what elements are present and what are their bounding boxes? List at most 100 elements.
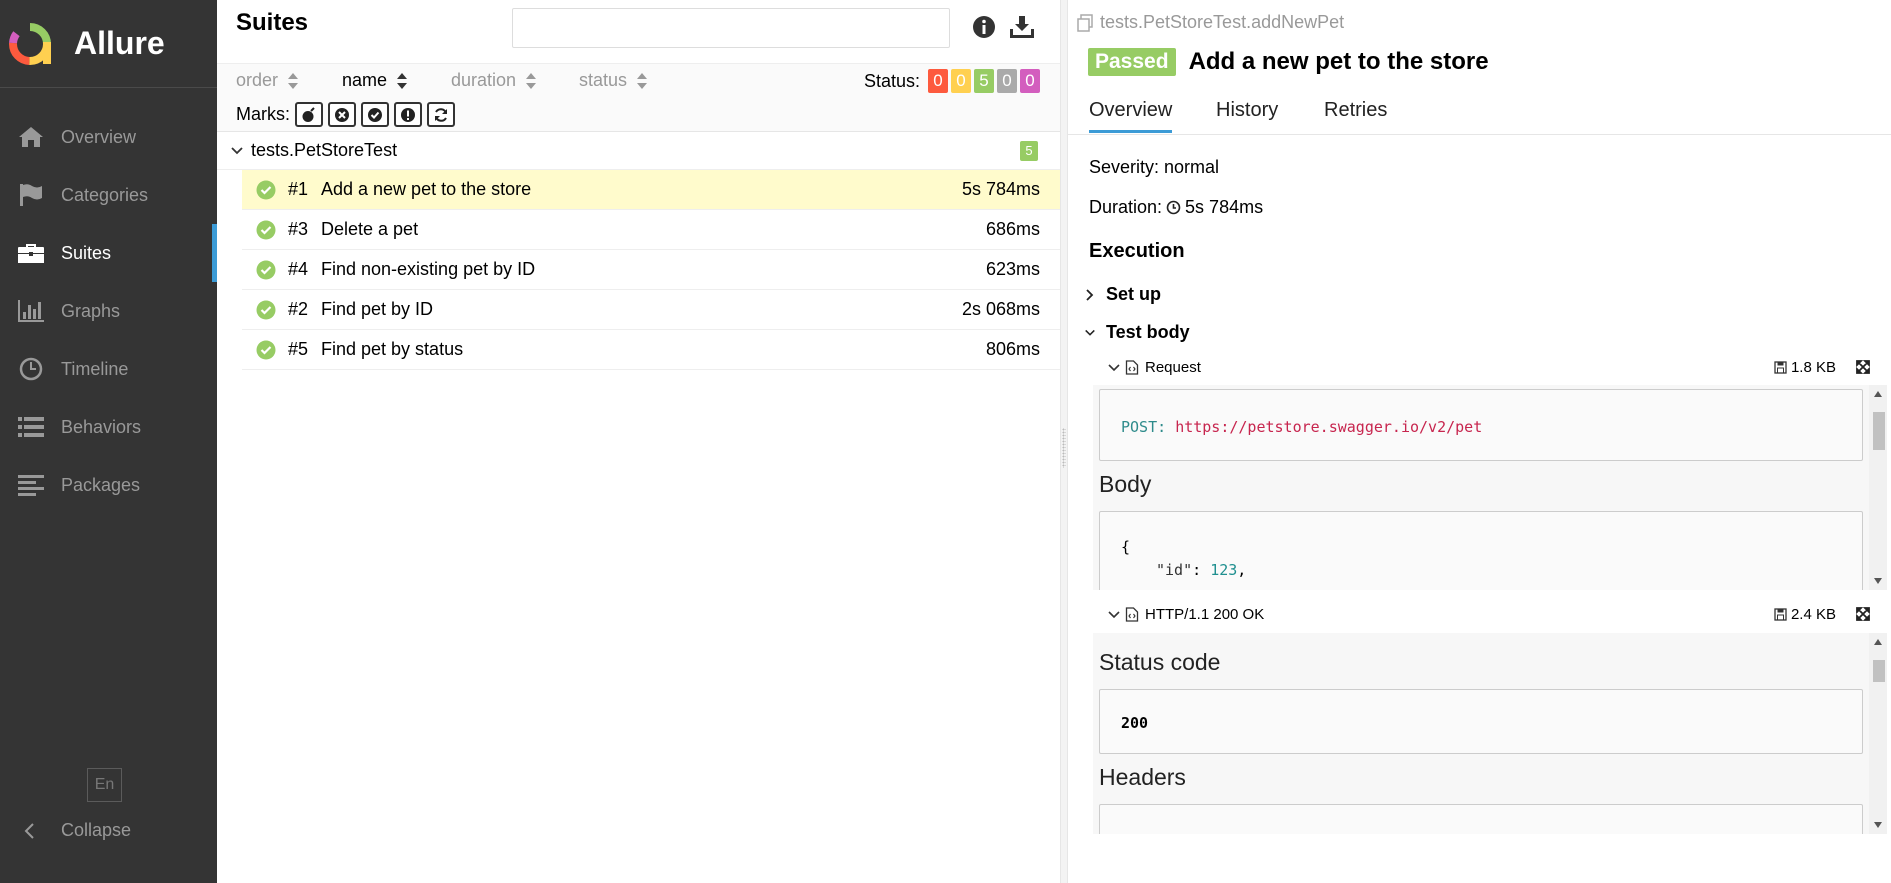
passed-check-icon bbox=[256, 180, 276, 199]
mark-new-broken-button[interactable] bbox=[394, 102, 422, 127]
sort-name[interactable]: name bbox=[342, 70, 408, 91]
file-code-icon bbox=[1125, 606, 1139, 622]
chevron-down-icon bbox=[1085, 329, 1095, 336]
collapse-button[interactable]: Collapse bbox=[20, 820, 131, 841]
sort-duration[interactable]: duration bbox=[451, 70, 537, 91]
scroll-up-arrow bbox=[1874, 391, 1882, 397]
mark-new-failed-button[interactable] bbox=[328, 102, 356, 127]
step-setup-label: Set up bbox=[1106, 284, 1162, 304]
times-circle-icon bbox=[335, 107, 349, 122]
test-details-pane: tests.PetStoreTest.addNewPet Passed Add … bbox=[1068, 0, 1891, 883]
status-badge-unknown[interactable]: 0 bbox=[1020, 69, 1040, 93]
expand-icon[interactable] bbox=[1856, 607, 1870, 621]
attachment-response[interactable]: HTTP/1.1 200 OK 2.4 KB bbox=[1108, 603, 1870, 625]
marks-filter: Marks: bbox=[236, 102, 455, 127]
test-fullname[interactable]: tests.PetStoreTest.addNewPet bbox=[1076, 12, 1344, 33]
attachment-size: 1.8 KB bbox=[1774, 359, 1836, 376]
check-circle-icon bbox=[368, 107, 382, 122]
passed-check-icon bbox=[256, 260, 276, 279]
mark-flaky-button[interactable] bbox=[295, 102, 323, 127]
home-icon bbox=[16, 122, 46, 152]
tab-history[interactable]: History bbox=[1216, 99, 1278, 130]
body-heading: Body bbox=[1099, 471, 1152, 497]
sidebar-item-categories[interactable]: Categories bbox=[0, 166, 217, 224]
sidebar-item-packages[interactable]: Packages bbox=[0, 456, 217, 514]
search-input[interactable] bbox=[512, 8, 950, 48]
execution-heading: Execution bbox=[1089, 240, 1185, 262]
copy-icon bbox=[1077, 13, 1093, 32]
sort-status[interactable]: status bbox=[579, 70, 648, 91]
status-badge-broken[interactable]: 0 bbox=[951, 69, 971, 93]
test-name: Add a new pet to the store bbox=[321, 179, 532, 199]
test-row[interactable]: #4 Find non-existing pet by ID 623ms bbox=[242, 250, 1060, 290]
download-icon[interactable] bbox=[1009, 14, 1035, 40]
expand-icon[interactable] bbox=[1856, 360, 1870, 374]
sidebar-item-timeline[interactable]: Timeline bbox=[0, 340, 217, 398]
test-row[interactable]: #3 Delete a pet 686ms bbox=[242, 210, 1060, 250]
status-badge-passed[interactable]: 5 bbox=[974, 69, 994, 93]
allure-app: Allure Overview Categories Suites Graphs… bbox=[0, 0, 1891, 883]
request-attachment-content[interactable]: POST: https://petstore.swagger.io/v2/pet… bbox=[1093, 385, 1887, 590]
suite-group[interactable]: tests.PetStoreTest 5 bbox=[217, 132, 1060, 170]
tab-retries[interactable]: Retries bbox=[1324, 99, 1387, 130]
suite-group-count: 5 bbox=[1020, 141, 1038, 161]
status-label: Status: bbox=[863, 70, 920, 91]
duration-value: 5s 784ms bbox=[1185, 197, 1264, 217]
attachment-request[interactable]: Request 1.8 KB bbox=[1108, 356, 1870, 378]
clock-icon bbox=[16, 354, 46, 384]
test-row[interactable]: #5 Find pet by status 806ms bbox=[242, 330, 1060, 370]
mark-new-passed-button[interactable] bbox=[361, 102, 389, 127]
brand[interactable]: Allure bbox=[0, 0, 217, 88]
test-fullname-text: tests.PetStoreTest.addNewPet bbox=[1100, 12, 1345, 32]
attachment-size: 2.4 KB bbox=[1774, 606, 1836, 623]
chevron-right-icon bbox=[1086, 288, 1094, 301]
test-number: #4 bbox=[288, 259, 309, 279]
test-number: #1 bbox=[288, 179, 309, 199]
test-duration: 2s 068ms bbox=[961, 299, 1040, 319]
refresh-icon bbox=[435, 107, 447, 122]
status-badge: Passed bbox=[1088, 48, 1176, 76]
tab-overview[interactable]: Overview bbox=[1089, 99, 1173, 133]
test-name: Find pet by status bbox=[321, 339, 464, 359]
test-duration: 686ms bbox=[985, 219, 1040, 239]
mark-retries-button[interactable] bbox=[427, 102, 455, 127]
sort-order[interactable]: order bbox=[236, 70, 299, 91]
clock-icon bbox=[1166, 200, 1181, 215]
sort-name-label: name bbox=[342, 70, 388, 90]
file-code-icon bbox=[1125, 359, 1139, 375]
test-duration: 5s 784ms bbox=[961, 179, 1040, 199]
sidebar-item-label: Categories bbox=[61, 184, 149, 205]
attachment-name: HTTP/1.1 200 OK bbox=[1145, 605, 1265, 623]
list-icon bbox=[16, 412, 46, 442]
status-filter: Status: 0 0 5 0 0 bbox=[864, 69, 1040, 93]
passed-check-icon bbox=[256, 300, 276, 319]
collapse-label: Collapse bbox=[61, 820, 132, 840]
status-code-heading: Status code bbox=[1099, 649, 1221, 675]
step-test-body[interactable]: Test body bbox=[1084, 322, 1190, 343]
info-icon[interactable] bbox=[971, 14, 997, 40]
response-attachment-content[interactable]: Status code 200 Headers bbox=[1093, 633, 1887, 834]
sidebar-item-graphs[interactable]: Graphs bbox=[0, 282, 217, 340]
marks-label: Marks: bbox=[236, 104, 290, 124]
sidebar-item-label: Timeline bbox=[61, 358, 129, 379]
test-title-row: Passed Add a new pet to the store bbox=[1088, 48, 1489, 76]
sidebar-item-suites[interactable]: Suites bbox=[0, 224, 217, 282]
scroll-down-arrow bbox=[1874, 578, 1882, 584]
suite-group-name: tests.PetStoreTest bbox=[251, 140, 398, 160]
sidebar-item-behaviors[interactable]: Behaviors bbox=[0, 398, 217, 456]
sidebar-item-overview[interactable]: Overview bbox=[0, 108, 217, 166]
step-setup[interactable]: Set up bbox=[1084, 284, 1161, 305]
chevron-down-icon bbox=[1108, 610, 1120, 618]
scrollbar[interactable] bbox=[1869, 633, 1887, 834]
language-button[interactable]: En bbox=[87, 768, 122, 802]
pane-splitter[interactable] bbox=[1060, 0, 1068, 883]
chevron-left-icon bbox=[24, 822, 34, 839]
status-badge-failed[interactable]: 0 bbox=[928, 69, 948, 93]
status-badge-skipped[interactable]: 0 bbox=[997, 69, 1017, 93]
test-row[interactable]: #2 Find pet by ID 2s 068ms bbox=[242, 290, 1060, 330]
bomb-icon bbox=[302, 106, 315, 122]
test-row[interactable]: #1 Add a new pet to the store 5s 784ms bbox=[242, 170, 1060, 210]
sidebar-item-label: Suites bbox=[61, 242, 112, 263]
scrollbar[interactable] bbox=[1869, 385, 1887, 590]
request-line: POST: https://petstore.swagger.io/v2/pet bbox=[1099, 389, 1863, 461]
